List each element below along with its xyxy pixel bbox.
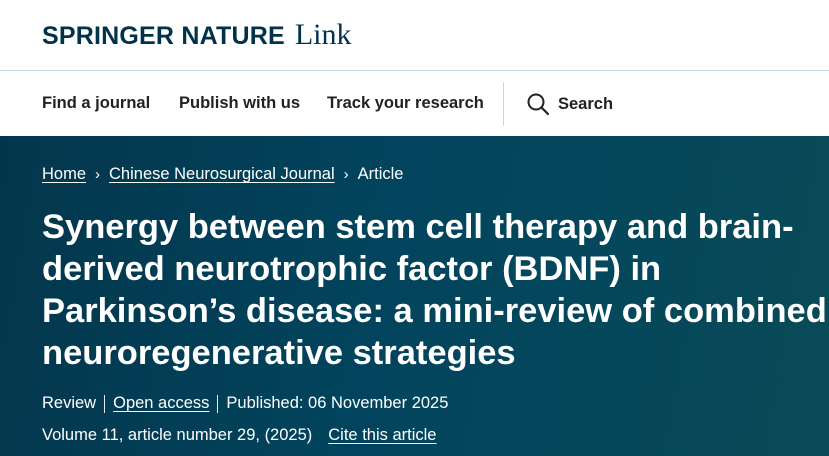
breadcrumb-journal[interactable]: Chinese Neurosurgical Journal (109, 165, 335, 184)
article-citation-info: Volume 11, article number 29, (2025) Cit… (42, 426, 436, 445)
breadcrumb: Home › Chinese Neurosurgical Journal › A… (42, 165, 403, 184)
cite-this-article-link[interactable]: Cite this article (328, 426, 436, 445)
nav-find-a-journal[interactable]: Find a journal (42, 94, 150, 113)
open-access-link[interactable]: Open access (113, 394, 209, 413)
logo-brand-text: SPRINGER NATURE (42, 22, 285, 50)
site-header: SPRINGER NATURE Link (0, 0, 829, 71)
nav-publish-with-us[interactable]: Publish with us (179, 94, 300, 113)
search-icon (527, 93, 550, 116)
breadcrumb-current: Article (357, 165, 404, 183)
published-date: Published: 06 November 2025 (226, 394, 449, 412)
chevron-right-icon: › (95, 166, 101, 183)
article-hero: Home › Chinese Neurosurgical Journal › A… (0, 136, 829, 456)
main-nav: Find a journal Publish with us Track you… (0, 72, 829, 136)
article-meta: Review Open access Published: 06 Novembe… (42, 394, 448, 413)
volume-info: Volume 11, article number 29, (2025) (42, 426, 313, 444)
meta-separator (104, 394, 106, 413)
meta-separator (217, 394, 219, 413)
logo-product-text: Link (294, 18, 352, 51)
search-button[interactable]: Search (526, 91, 613, 117)
search-label: Search (558, 94, 614, 113)
nav-track-your-research[interactable]: Track your research (327, 94, 484, 113)
springer-nature-link-logo[interactable]: SPRINGER NATURE Link (42, 18, 352, 52)
article-type: Review (42, 394, 97, 412)
breadcrumb-home[interactable]: Home (42, 165, 86, 184)
chevron-right-icon: › (343, 166, 349, 183)
article-title: Synergy between stem cell therapy and br… (42, 208, 827, 372)
nav-divider (503, 82, 504, 126)
